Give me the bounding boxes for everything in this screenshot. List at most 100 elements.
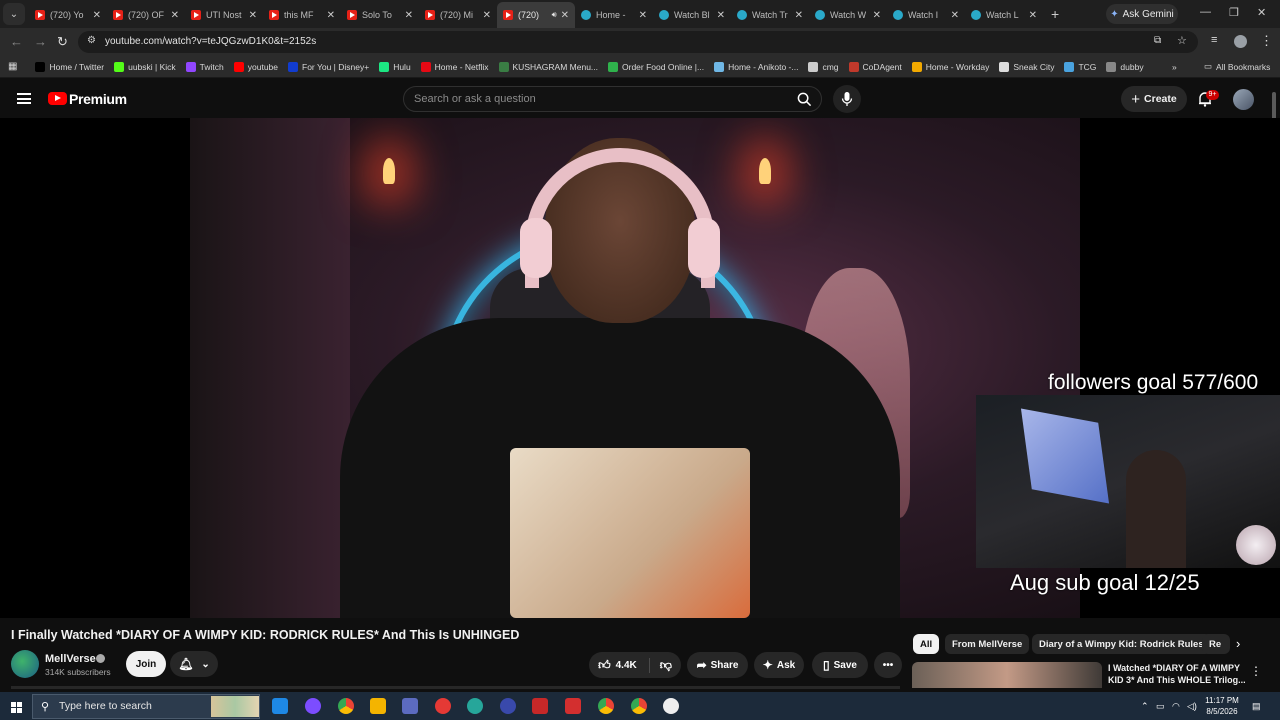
taskbar-chrome-icon-3[interactable] bbox=[631, 698, 647, 714]
bookmark-item[interactable]: Home - Workday bbox=[911, 61, 989, 72]
bookmark-item[interactable]: cmg bbox=[808, 61, 839, 72]
browser-menu-icon[interactable]: ⋮ bbox=[1260, 33, 1273, 49]
minimize-window-button[interactable]: — bbox=[1200, 6, 1211, 18]
like-button[interactable]: 👍︎ 4.4K bbox=[598, 657, 650, 673]
tab-close-icon[interactable]: ✕ bbox=[639, 10, 647, 21]
bookmark-item[interactable]: Home - Netflix bbox=[420, 61, 489, 72]
bookmark-item[interactable]: KUSHAGRAM Menu... bbox=[498, 61, 598, 72]
bookmark-item[interactable]: uubski | Kick bbox=[114, 61, 176, 72]
tab-close-icon[interactable]: ✕ bbox=[171, 10, 179, 21]
browser-tab[interactable]: (720) 🔊︎ ✕ bbox=[497, 2, 575, 28]
guide-menu-icon[interactable] bbox=[17, 93, 31, 104]
youtube-logo-icon[interactable] bbox=[48, 92, 67, 105]
bookmark-star-icon[interactable]: ☆ bbox=[1177, 34, 1187, 47]
start-windows-icon[interactable] bbox=[11, 702, 22, 713]
browser-tab[interactable]: (720) Yo ✕ bbox=[29, 2, 107, 28]
filter-chip[interactable]: All bbox=[913, 634, 940, 654]
tray-overflow-icon[interactable]: ⌃ bbox=[1141, 701, 1149, 712]
bookmark-item[interactable]: Home / Twitter bbox=[35, 61, 104, 72]
taskbar-app-icon-1[interactable] bbox=[272, 698, 288, 714]
apps-grid-icon[interactable]: ▦ bbox=[8, 61, 17, 72]
tab-close-icon[interactable]: ✕ bbox=[93, 10, 101, 21]
tab-close-icon[interactable]: ✕ bbox=[483, 10, 491, 21]
taskbar-search-input[interactable] bbox=[59, 700, 209, 712]
volume-icon[interactable]: ◁) bbox=[1187, 701, 1197, 712]
tab-close-icon[interactable]: ✕ bbox=[1029, 10, 1037, 21]
taskbar-search[interactable]: ⚲ bbox=[32, 694, 260, 719]
browser-tab[interactable]: Watch Tr ✕ bbox=[731, 2, 809, 28]
save-button[interactable]: ▯ Save bbox=[812, 652, 868, 678]
share-button[interactable]: ➦ Share bbox=[687, 652, 748, 678]
search-box[interactable] bbox=[403, 86, 822, 112]
browser-tab[interactable]: UTI Nost ✕ bbox=[185, 2, 263, 28]
maximize-window-button[interactable]: ❐ bbox=[1229, 6, 1239, 19]
notification-center-icon[interactable]: ▤ bbox=[1252, 701, 1261, 712]
tab-close-icon[interactable]: ✕ bbox=[249, 10, 257, 21]
browser-tab[interactable]: Watch I ✕ bbox=[887, 2, 965, 28]
thumbs-down-icon[interactable]: 👎︎ bbox=[660, 658, 672, 673]
reload-icon[interactable]: ↻ bbox=[57, 34, 68, 50]
create-button[interactable]: + Create bbox=[1121, 86, 1187, 112]
account-avatar[interactable] bbox=[1233, 89, 1254, 110]
forward-arrow-icon[interactable]: → bbox=[34, 34, 47, 49]
tab-close-icon[interactable]: ✕ bbox=[405, 10, 413, 21]
tab-close-icon[interactable]: ✕ bbox=[561, 10, 569, 21]
channel-name[interactable]: MellVerse bbox=[45, 653, 96, 665]
bookmark-item[interactable]: CoDAgent bbox=[848, 61, 902, 72]
taskbar-chrome-icon[interactable] bbox=[338, 698, 354, 714]
bookmark-item[interactable]: Twitch bbox=[185, 61, 224, 72]
filter-chip[interactable]: From MellVerse bbox=[945, 634, 1030, 654]
bookmark-item[interactable]: Sneak City bbox=[999, 61, 1054, 72]
recommendation-menu-icon[interactable]: ⋮ bbox=[1250, 664, 1262, 678]
subscription-bell-button[interactable]: 🔔︎ ⌄ bbox=[170, 651, 218, 677]
browser-tab[interactable]: Watch W ✕ bbox=[809, 2, 887, 28]
taskbar-clock-app-icon[interactable] bbox=[663, 698, 679, 714]
recommendation-title[interactable]: I Watched *DIARY OF A WIMPY KID 3* And T… bbox=[1108, 662, 1248, 686]
channel-avatar[interactable] bbox=[11, 650, 39, 678]
tab-search-button[interactable]: ⌄ bbox=[3, 3, 25, 25]
bookmark-item[interactable]: Home - Anikoto -... bbox=[714, 61, 798, 72]
bookmark-item[interactable]: dubby bbox=[1106, 61, 1144, 72]
profile-icon[interactable] bbox=[1234, 35, 1247, 48]
tab-close-icon[interactable]: ✕ bbox=[795, 10, 803, 21]
bookmark-item[interactable]: Hulu bbox=[379, 61, 411, 72]
bookmark-item[interactable]: For You | Disney+ bbox=[288, 61, 369, 72]
taskbar-clock[interactable]: 11:17 PM 8/5/2026 bbox=[1200, 695, 1244, 717]
taskbar-game-icon[interactable] bbox=[402, 698, 418, 714]
back-arrow-icon[interactable]: ← bbox=[10, 34, 23, 49]
youtube-premium-brand[interactable]: Premium bbox=[69, 91, 127, 107]
video-player[interactable]: followers goal 577/600 Aug sub goal 12/2… bbox=[0, 118, 1280, 618]
bookmark-item[interactable]: TCG bbox=[1064, 61, 1096, 72]
taskbar-app-icon-4[interactable] bbox=[500, 698, 516, 714]
new-tab-button[interactable]: + bbox=[1051, 6, 1059, 22]
tab-close-icon[interactable]: ✕ bbox=[327, 10, 335, 21]
more-actions-button[interactable]: ••• bbox=[874, 652, 902, 678]
browser-tab[interactable]: Solo To ✕ bbox=[341, 2, 419, 28]
taskbar-app-icon-6[interactable] bbox=[565, 698, 581, 714]
taskbar-folder-icon[interactable] bbox=[370, 698, 386, 714]
tab-close-icon[interactable]: ✕ bbox=[873, 10, 881, 21]
install-app-icon[interactable]: ⧉ bbox=[1154, 35, 1161, 46]
browser-tab[interactable]: (720) OF ✕ bbox=[107, 2, 185, 28]
site-info-icon[interactable]: ⚙ bbox=[87, 35, 96, 46]
ask-button[interactable]: ✦ Ask bbox=[754, 652, 804, 678]
close-window-button[interactable]: ✕ bbox=[1257, 6, 1266, 19]
tab-media-icon[interactable]: ≡ bbox=[1211, 34, 1217, 46]
tab-close-icon[interactable]: ✕ bbox=[717, 10, 725, 21]
join-button[interactable]: Join bbox=[126, 651, 166, 677]
browser-tab[interactable]: Home - ✕ bbox=[575, 2, 653, 28]
voice-search-button[interactable] bbox=[833, 85, 861, 113]
taskbar-chrome-icon-2[interactable] bbox=[598, 698, 614, 714]
taskbar-app-icon-3[interactable] bbox=[467, 698, 483, 714]
bookmarks-overflow-icon[interactable]: » bbox=[1172, 62, 1177, 72]
wifi-icon[interactable]: ◠ bbox=[1172, 701, 1180, 712]
taskbar-app-icon-2[interactable] bbox=[305, 698, 321, 714]
tab-audio-icon[interactable]: 🔊︎ bbox=[552, 10, 557, 20]
network-icon[interactable]: ▭ bbox=[1156, 701, 1165, 712]
search-input[interactable] bbox=[414, 91, 774, 107]
address-bar[interactable]: ⚙ youtube.com/watch?v=teJQGzwD1K0&t=2152… bbox=[78, 31, 1198, 53]
filter-chip[interactable]: Re bbox=[1202, 634, 1230, 654]
tab-close-icon[interactable]: ✕ bbox=[951, 10, 959, 21]
browser-tab[interactable]: Watch Bl ✕ bbox=[653, 2, 731, 28]
ask-gemini-button[interactable]: ✦ Ask Gemini bbox=[1106, 4, 1178, 24]
